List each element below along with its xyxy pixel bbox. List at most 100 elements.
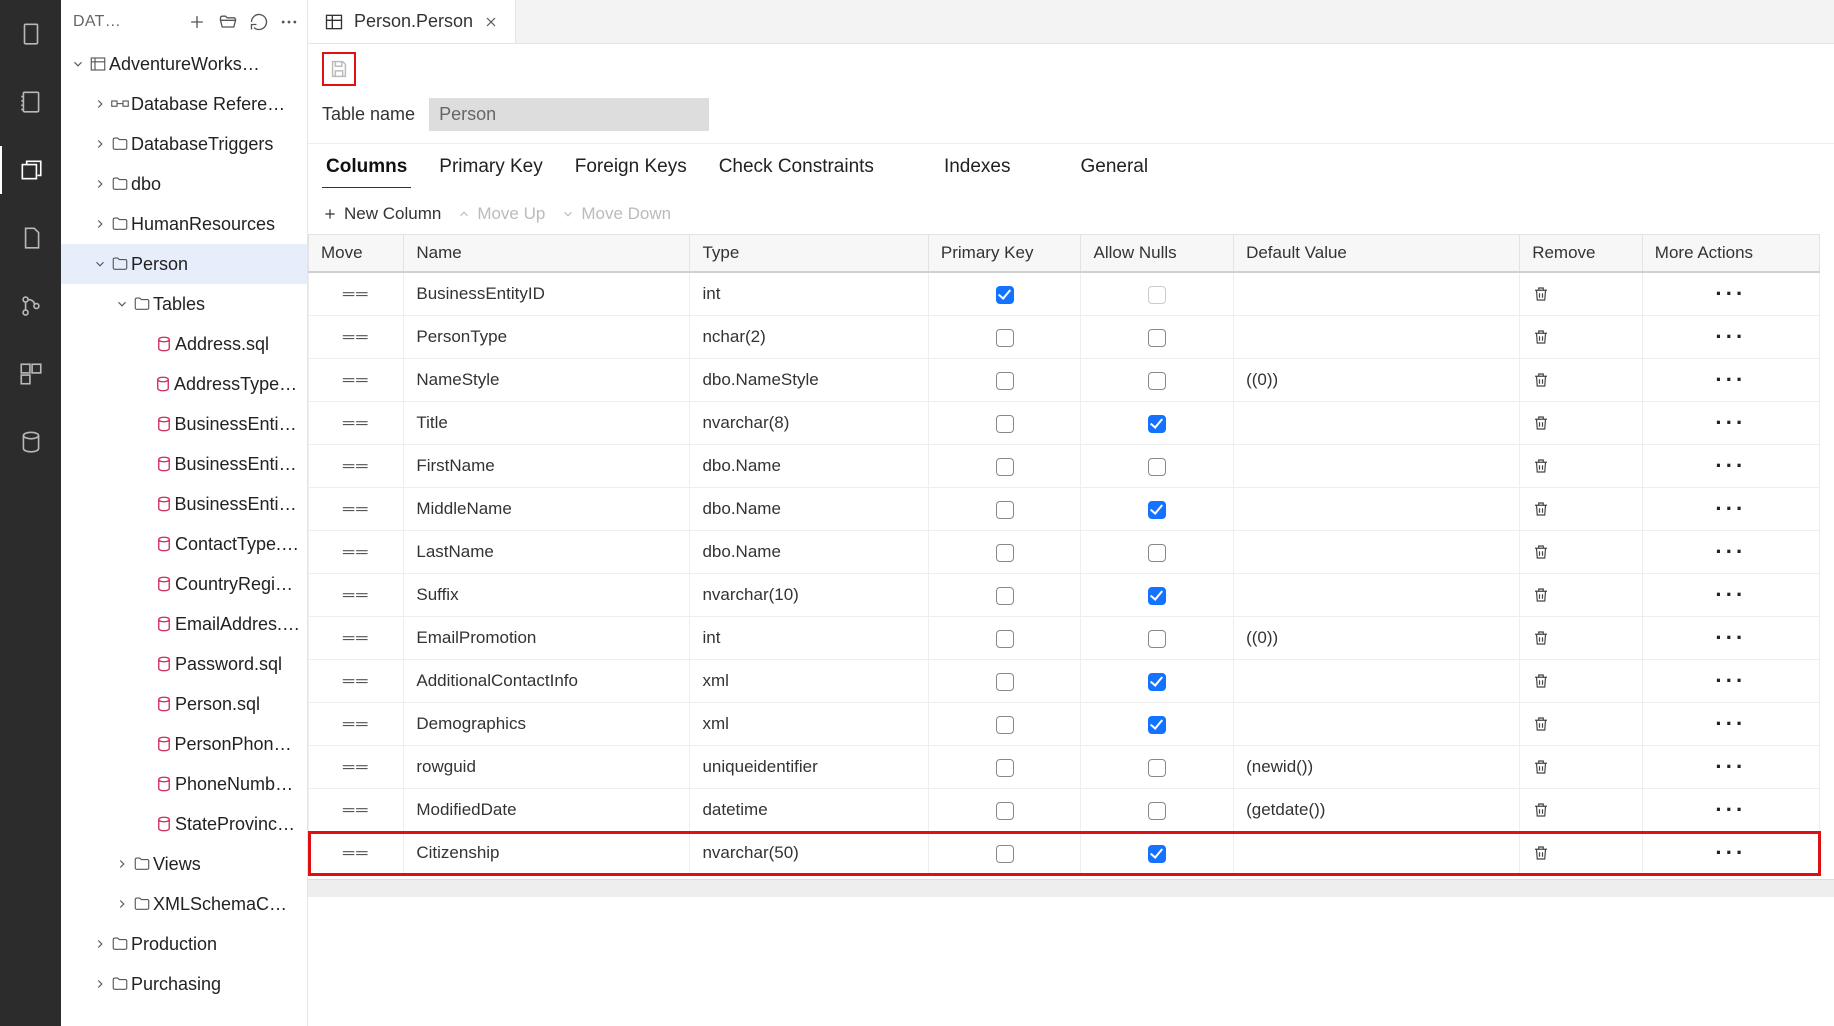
- table-row[interactable]: ══AdditionalContactInfoxml···: [309, 660, 1820, 703]
- tree-item[interactable]: BusinessEntit…: [61, 444, 307, 484]
- more-actions-icon[interactable]: ···: [1715, 582, 1746, 607]
- cell-default[interactable]: [1234, 832, 1520, 875]
- tab-indexes[interactable]: Indexes: [940, 156, 1015, 188]
- cell-default[interactable]: [1234, 402, 1520, 445]
- checkbox[interactable]: [1148, 415, 1166, 433]
- delete-icon[interactable]: [1532, 543, 1630, 561]
- table-row[interactable]: ══BusinessEntityIDint···: [309, 272, 1820, 316]
- tab-general[interactable]: General: [1076, 156, 1152, 188]
- cell-type[interactable]: dbo.Name: [690, 445, 928, 488]
- open-folder-icon[interactable]: [217, 12, 239, 32]
- cell-name[interactable]: AdditionalContactInfo: [404, 660, 690, 703]
- checkbox[interactable]: [1148, 716, 1166, 734]
- checkbox[interactable]: [996, 673, 1014, 691]
- refresh-icon[interactable]: [249, 12, 269, 32]
- cell-default[interactable]: [1234, 574, 1520, 617]
- more-actions-icon[interactable]: ···: [1715, 754, 1746, 779]
- cell-type[interactable]: nchar(2): [690, 316, 928, 359]
- chevron-right-icon[interactable]: [91, 97, 109, 111]
- chevron-down-icon[interactable]: [91, 257, 109, 271]
- chevron-right-icon[interactable]: [91, 137, 109, 151]
- save-button[interactable]: [322, 52, 356, 86]
- tree-item[interactable]: HumanResources: [61, 204, 307, 244]
- cell-default[interactable]: [1234, 445, 1520, 488]
- cell-type[interactable]: nvarchar(10): [690, 574, 928, 617]
- tree-item[interactable]: EmailAddres.…: [61, 604, 307, 644]
- cell-name[interactable]: Suffix: [404, 574, 690, 617]
- drag-handle-icon[interactable]: ══: [343, 501, 370, 518]
- table-row[interactable]: ══Suffixnvarchar(10)···: [309, 574, 1820, 617]
- table-row[interactable]: ══ModifiedDatedatetime(getdate())···: [309, 789, 1820, 832]
- cell-type[interactable]: uniqueidentifier: [690, 746, 928, 789]
- tree-item[interactable]: Production: [61, 924, 307, 964]
- cell-name[interactable]: Citizenship: [404, 832, 690, 875]
- tree-item[interactable]: XMLSchemaC…: [61, 884, 307, 924]
- database-icon[interactable]: [0, 418, 61, 466]
- tree-item[interactable]: DatabaseTriggers: [61, 124, 307, 164]
- delete-icon[interactable]: [1532, 371, 1630, 389]
- chevron-right-icon[interactable]: [91, 937, 109, 951]
- cell-default[interactable]: ((0)): [1234, 617, 1520, 660]
- cell-type[interactable]: nvarchar(8): [690, 402, 928, 445]
- cell-type[interactable]: datetime: [690, 789, 928, 832]
- more-actions-icon[interactable]: ···: [1715, 625, 1746, 650]
- page-icon[interactable]: [0, 214, 61, 262]
- checkbox[interactable]: [1148, 587, 1166, 605]
- table-row[interactable]: ══PersonTypenchar(2)···: [309, 316, 1820, 359]
- cell-name[interactable]: BusinessEntityID: [404, 272, 690, 316]
- close-icon[interactable]: [483, 14, 499, 30]
- cell-type[interactable]: xml: [690, 660, 928, 703]
- delete-icon[interactable]: [1532, 586, 1630, 604]
- more-actions-icon[interactable]: ···: [1715, 324, 1746, 349]
- delete-icon[interactable]: [1532, 672, 1630, 690]
- cell-name[interactable]: MiddleName: [404, 488, 690, 531]
- chevron-right-icon[interactable]: [113, 897, 131, 911]
- cell-name[interactable]: Title: [404, 402, 690, 445]
- tree-item[interactable]: Address.sql: [61, 324, 307, 364]
- delete-icon[interactable]: [1532, 715, 1630, 733]
- cell-name[interactable]: PersonType: [404, 316, 690, 359]
- stacked-icon[interactable]: [0, 146, 61, 194]
- more-actions-icon[interactable]: ···: [1715, 539, 1746, 564]
- cell-name[interactable]: EmailPromotion: [404, 617, 690, 660]
- drag-handle-icon[interactable]: ══: [343, 544, 370, 561]
- delete-icon[interactable]: [1532, 844, 1630, 862]
- tree-item[interactable]: Password.sql: [61, 644, 307, 684]
- more-actions-icon[interactable]: ···: [1715, 797, 1746, 822]
- files-icon[interactable]: [0, 10, 61, 58]
- drag-handle-icon[interactable]: ══: [343, 458, 370, 475]
- checkbox[interactable]: [996, 501, 1014, 519]
- source-control-icon[interactable]: [0, 282, 61, 330]
- checkbox[interactable]: [1148, 630, 1166, 648]
- more-actions-icon[interactable]: ···: [1715, 367, 1746, 392]
- checkbox[interactable]: [996, 759, 1014, 777]
- tree-item[interactable]: Purchasing: [61, 964, 307, 1004]
- table-row[interactable]: ══rowguiduniqueidentifier(newid())···: [309, 746, 1820, 789]
- drag-handle-icon[interactable]: ══: [343, 286, 370, 303]
- checkbox[interactable]: [996, 630, 1014, 648]
- tree-item[interactable]: BusinessEntit…: [61, 404, 307, 444]
- cell-default[interactable]: (getdate()): [1234, 789, 1520, 832]
- checkbox[interactable]: [996, 544, 1014, 562]
- table-row[interactable]: ══EmailPromotionint((0))···: [309, 617, 1820, 660]
- more-actions-icon[interactable]: ···: [1715, 496, 1746, 521]
- tree-item[interactable]: Tables: [61, 284, 307, 324]
- checkbox[interactable]: [996, 716, 1014, 734]
- checkbox[interactable]: [996, 802, 1014, 820]
- chevron-right-icon[interactable]: [91, 177, 109, 191]
- tree-item[interactable]: StateProvinc…: [61, 804, 307, 844]
- tree-item[interactable]: AdventureWorks…: [61, 44, 307, 84]
- cell-default[interactable]: [1234, 531, 1520, 574]
- tree-item[interactable]: BusinessEntit…: [61, 484, 307, 524]
- checkbox[interactable]: [996, 458, 1014, 476]
- checkbox[interactable]: [1148, 802, 1166, 820]
- table-name-input[interactable]: [429, 98, 709, 131]
- checkbox[interactable]: [1148, 501, 1166, 519]
- checkbox[interactable]: [1148, 845, 1166, 863]
- table-row[interactable]: ══Demographicsxml···: [309, 703, 1820, 746]
- checkbox[interactable]: [996, 372, 1014, 390]
- cell-type[interactable]: nvarchar(50): [690, 832, 928, 875]
- checkbox[interactable]: [996, 845, 1014, 863]
- cell-default[interactable]: [1234, 703, 1520, 746]
- table-row[interactable]: ══FirstNamedbo.Name···: [309, 445, 1820, 488]
